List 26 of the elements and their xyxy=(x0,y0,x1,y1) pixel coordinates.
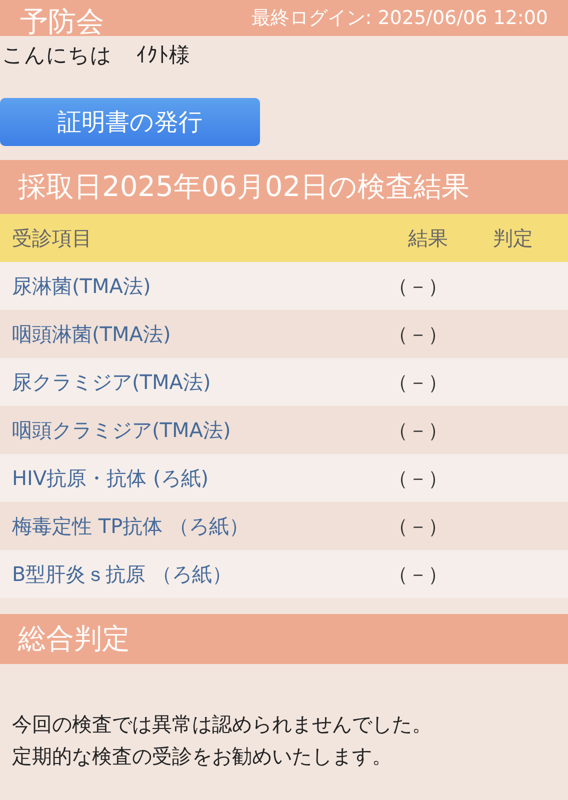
app-title: 予防会 xyxy=(20,8,104,36)
test-item: 梅毒定性 TP抗体 （ろ紙） xyxy=(11,512,250,540)
section-title: 総合判定 xyxy=(0,614,568,664)
greeting-text: こんにちは xyxy=(2,42,112,69)
test-item: 尿淋菌(TMA法) xyxy=(11,272,152,300)
test-result: （－） xyxy=(387,320,449,348)
test-result: （－） xyxy=(387,368,449,396)
last-login-text: 最終ログイン: 2025/06/06 12:00 xyxy=(251,6,548,31)
test-result: （－） xyxy=(387,272,449,300)
column-header: 判定 xyxy=(492,224,534,252)
test-result: （－） xyxy=(387,416,449,444)
user-name: ｲｸﾄ様 xyxy=(136,42,190,69)
test-item: HIV抗原・抗体 (ろ紙) xyxy=(11,464,210,492)
test-item: 尿クラミジア(TMA法) xyxy=(11,368,212,396)
test-item: B型肝炎ｓ抗原 （ろ紙） xyxy=(11,560,234,588)
column-header: 受診項目 xyxy=(11,224,93,252)
test-item: 咽頭淋菌(TMA法) xyxy=(11,320,172,348)
test-result: （－） xyxy=(387,464,449,492)
section-title: 採取日2025年06月02日の検査結果 xyxy=(0,160,568,214)
test-result: （－） xyxy=(387,560,449,588)
summary-text: 今回の検査では異常は認められませんでした。 xyxy=(12,710,433,738)
column-header: 結果 xyxy=(407,224,449,252)
test-result: （－） xyxy=(387,512,449,540)
certificate-button[interactable]: 証明書の発行 xyxy=(0,98,260,146)
summary-text: 定期的な検査の受診をお勧めいたします。 xyxy=(12,742,393,770)
test-item: 咽頭クラミジア(TMA法) xyxy=(11,416,232,444)
